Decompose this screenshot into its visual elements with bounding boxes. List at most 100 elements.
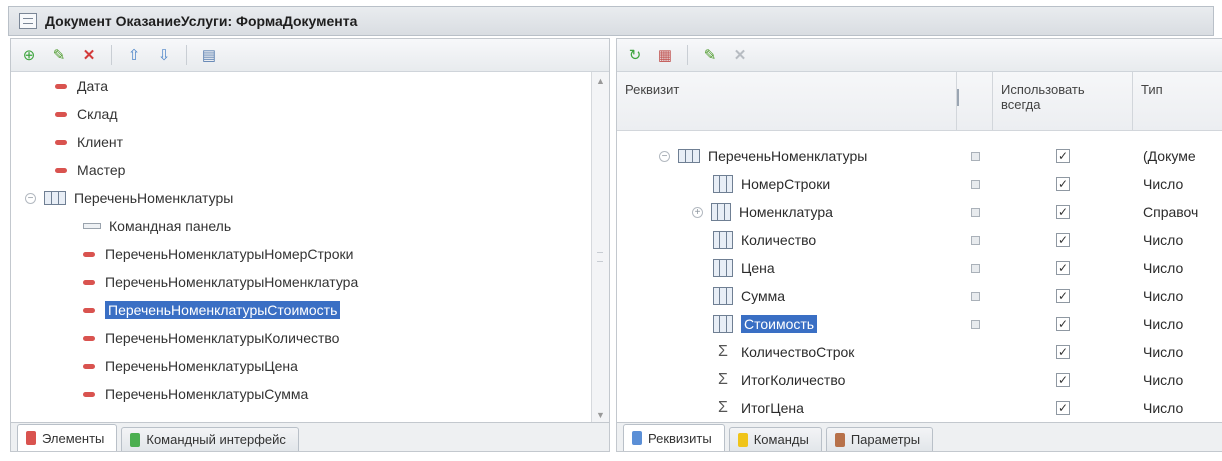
tree-item-sum[interactable]: ПереченьНоменклатурыСумма [11, 380, 591, 408]
tree-item-nomenclature-table[interactable]: − ПереченьНоменклатуры [11, 184, 591, 212]
tab-command-interface[interactable]: Командный интерфейс [121, 427, 299, 451]
main-indicator [970, 263, 980, 273]
tree-item-price[interactable]: ПереченьНоменклатурыЦена [11, 352, 591, 380]
move-down-icon[interactable]: ⇩ [154, 45, 174, 65]
table-row[interactable]: + Номенклатура ✓ Справоч [617, 198, 1222, 226]
scroll-grip[interactable] [597, 252, 603, 262]
edit-icon[interactable]: ✎ [700, 45, 720, 65]
always-use-checkbox[interactable]: ✓ [1056, 373, 1070, 387]
always-use-checkbox[interactable]: ✓ [1056, 205, 1070, 219]
always-use-checkbox[interactable]: ✓ [1056, 401, 1070, 415]
row-type: Число [1143, 400, 1184, 416]
row-name: ПереченьНоменклатуры [708, 148, 868, 164]
row-type: Число [1143, 316, 1184, 332]
row-name: ИтогЦена [741, 400, 804, 416]
tab-commands[interactable]: Команды [728, 427, 822, 451]
always-use-checkbox[interactable]: ✓ [1056, 345, 1070, 359]
attribute-icon [83, 335, 95, 341]
column-header-type[interactable]: Тип [1133, 72, 1222, 130]
form-icon [19, 13, 37, 29]
tab-label: Параметры [850, 432, 921, 447]
window-title: Документ ОказаниеУслуги: ФормаДокумента [45, 13, 358, 29]
move-up-icon[interactable]: ⇧ [124, 45, 144, 65]
attribute-icon [83, 251, 95, 257]
always-use-checkbox[interactable]: ✓ [1056, 289, 1070, 303]
tree-item-client[interactable]: Клиент [11, 128, 591, 156]
tab-elements[interactable]: Элементы [17, 424, 118, 451]
attribute-icon [55, 139, 67, 145]
row-type: (Докуме [1143, 148, 1196, 164]
row-type: Число [1143, 232, 1184, 248]
attribute-icon [55, 111, 67, 117]
row-type: Число [1143, 260, 1184, 276]
elements-scrollbar[interactable]: ▲ ▼ [591, 72, 609, 424]
row-name: Номенклатура [739, 204, 833, 220]
row-name: НомерСтроки [741, 176, 831, 192]
tree-item-label: ПереченьНоменклатурыНомерСтроки [105, 246, 354, 262]
table-icon [678, 149, 700, 163]
table-row[interactable]: Стоимость ✓ Число [617, 310, 1222, 338]
toolbar-separator [111, 45, 112, 65]
column-header-always-use[interactable]: Использовать всегда [993, 72, 1133, 130]
column-icon [711, 203, 731, 221]
add-table-icon[interactable]: ▦ [655, 45, 675, 65]
tree-item-line-number[interactable]: ПереченьНоменклатурыНомерСтроки [11, 240, 591, 268]
table-row[interactable]: Σ КоличествоСтрок ✓ Число [617, 338, 1222, 366]
sum-icon: Σ [718, 371, 728, 388]
row-type: Число [1143, 176, 1184, 192]
edit-icon[interactable]: ✎ [49, 45, 69, 65]
toolbar-separator [687, 45, 688, 65]
attributes-toolbar: ↻ ▦ ✎ ✕ [617, 39, 1222, 72]
column-icon [713, 287, 733, 305]
add-attribute-icon[interactable]: ↻ [625, 45, 645, 65]
always-use-checkbox[interactable]: ✓ [1056, 317, 1070, 331]
tab-parameters[interactable]: Параметры [825, 427, 934, 451]
toolbar-separator [186, 45, 187, 65]
table-row[interactable]: − ПереченьНоменклатуры ✓ (Докуме [617, 142, 1222, 170]
scroll-up-icon[interactable]: ▲ [592, 72, 609, 90]
table-row[interactable]: Σ ИтогЦена ✓ Число [617, 394, 1222, 422]
form-list-icon[interactable]: ▤ [199, 45, 219, 65]
attributes-tabs: Реквизиты Команды Параметры [617, 422, 1222, 451]
column-icon [713, 231, 733, 249]
table-row[interactable]: Цена ✓ Число [617, 254, 1222, 282]
parameters-icon [834, 432, 845, 447]
collapse-icon[interactable]: − [659, 150, 670, 162]
tree-item-command-panel[interactable]: Командная панель [11, 212, 591, 240]
tree-item-cost[interactable]: ПереченьНоменклатурыСтоимость [11, 296, 591, 324]
collapse-icon[interactable]: − [25, 192, 36, 204]
tree-item-label: Командная панель [109, 218, 232, 234]
commands-icon [737, 432, 748, 447]
add-icon[interactable]: ⊕ [19, 45, 39, 65]
tree-item-master[interactable]: Мастер [11, 156, 591, 184]
tab-label: Элементы [42, 430, 105, 446]
table-row[interactable]: Количество ✓ Число [617, 226, 1222, 254]
delete-icon[interactable]: ✕ [79, 45, 99, 65]
attribute-icon [83, 279, 95, 285]
elements-toolbar: ⊕ ✎ ✕ ⇧ ⇩ ▤ [11, 39, 609, 72]
tree-item-date[interactable]: Дата [11, 72, 591, 100]
table-row[interactable]: Σ ИтогКоличество ✓ Число [617, 366, 1222, 394]
always-use-checkbox[interactable]: ✓ [1056, 177, 1070, 191]
table-row[interactable]: Сумма ✓ Число [617, 282, 1222, 310]
row-name-selected: Стоимость [741, 315, 818, 333]
main-indicator [970, 291, 980, 301]
tab-attributes[interactable]: Реквизиты [623, 424, 725, 451]
tree-item-nomenclature[interactable]: ПереченьНоменклатурыНоменклатура [11, 268, 591, 296]
tree-item-label: ПереченьНоменклатурыНоменклатура [105, 274, 359, 290]
always-use-checkbox[interactable]: ✓ [1056, 149, 1070, 163]
tree-item-label: ПереченьНоменклатурыСумма [105, 386, 309, 402]
always-use-checkbox[interactable]: ✓ [1056, 233, 1070, 247]
always-use-checkbox[interactable]: ✓ [1056, 261, 1070, 275]
main-indicator [970, 207, 980, 217]
column-header-attribute[interactable]: Реквизит [617, 72, 957, 130]
attribute-icon [83, 363, 95, 369]
delete-icon[interactable]: ✕ [730, 45, 750, 65]
table-row[interactable]: НомерСтроки ✓ Число [617, 170, 1222, 198]
row-type: Число [1143, 344, 1184, 360]
expand-icon[interactable]: + [692, 206, 703, 218]
column-header-main[interactable] [957, 72, 993, 130]
tree-item-quantity[interactable]: ПереченьНоменклатурыКоличество [11, 324, 591, 352]
attribute-icon [55, 167, 67, 173]
tree-item-warehouse[interactable]: Склад [11, 100, 591, 128]
